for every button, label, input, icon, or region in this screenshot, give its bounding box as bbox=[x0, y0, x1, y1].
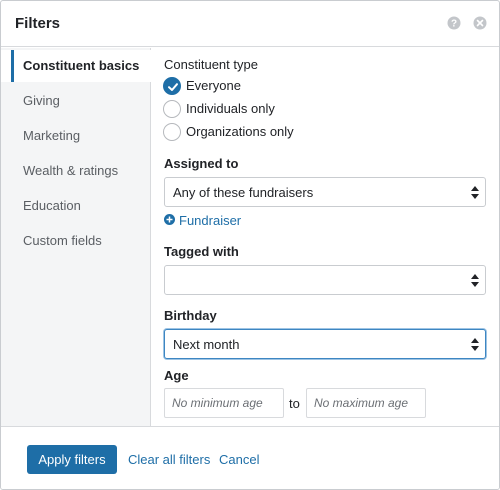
tagged-with-select[interactable] bbox=[164, 265, 486, 295]
select-arrows-icon bbox=[471, 274, 479, 287]
select-value: Next month bbox=[173, 337, 240, 352]
apply-filters-button[interactable]: Apply filters bbox=[27, 445, 117, 474]
filter-category-nav: Constituent basics Giving Marketing Weal… bbox=[1, 48, 151, 426]
age-to-text: to bbox=[289, 396, 300, 411]
radio-label: Organizations only bbox=[186, 124, 294, 139]
select-value: Any of these fundraisers bbox=[173, 185, 314, 200]
filter-panel: Constituent type Everyone Individuals on… bbox=[151, 48, 499, 426]
radio-checked-icon bbox=[163, 77, 181, 95]
min-age-input[interactable] bbox=[164, 388, 284, 418]
sidebar-item-wealth-ratings[interactable]: Wealth & ratings bbox=[1, 155, 151, 187]
sidebar-item-giving[interactable]: Giving bbox=[1, 85, 151, 117]
radio-label: Everyone bbox=[186, 78, 241, 93]
tagged-with-label: Tagged with bbox=[164, 244, 239, 259]
dialog-title: Filters bbox=[15, 15, 61, 32]
birthday-label: Birthday bbox=[164, 308, 217, 323]
add-fundraiser-label: Fundraiser bbox=[179, 213, 242, 228]
age-label: Age bbox=[164, 368, 189, 383]
close-icon[interactable] bbox=[473, 16, 487, 30]
assigned-to-label: Assigned to bbox=[164, 156, 239, 171]
radio-label: Individuals only bbox=[186, 101, 275, 116]
constituent-type-label: Constituent type bbox=[164, 57, 258, 72]
assigned-to-select[interactable]: Any of these fundraisers bbox=[164, 177, 486, 207]
sidebar-item-constituent-basics[interactable]: Constituent basics bbox=[1, 50, 151, 82]
radio-unchecked-icon bbox=[163, 100, 181, 118]
help-icon[interactable]: ? bbox=[447, 16, 461, 30]
plus-circle-icon bbox=[164, 214, 175, 225]
svg-text:?: ? bbox=[451, 19, 457, 30]
select-arrows-icon bbox=[471, 338, 479, 351]
birthday-select[interactable]: Next month bbox=[164, 329, 486, 359]
select-arrows-icon bbox=[471, 186, 479, 199]
radio-unchecked-icon bbox=[163, 123, 181, 141]
clear-all-filters-link[interactable]: Clear all filters bbox=[128, 452, 210, 467]
sidebar-item-marketing[interactable]: Marketing bbox=[1, 120, 151, 152]
filters-dialog: Filters ? Constituent basics Giving Mark… bbox=[0, 0, 500, 490]
max-age-input[interactable] bbox=[306, 388, 426, 418]
dialog-footer: Apply filters Clear all filters Cancel bbox=[1, 426, 499, 489]
sidebar-item-custom-fields[interactable]: Custom fields bbox=[1, 225, 151, 257]
sidebar-item-education[interactable]: Education bbox=[1, 190, 151, 222]
dialog-header: Filters ? bbox=[1, 1, 499, 47]
cancel-link[interactable]: Cancel bbox=[219, 452, 259, 467]
